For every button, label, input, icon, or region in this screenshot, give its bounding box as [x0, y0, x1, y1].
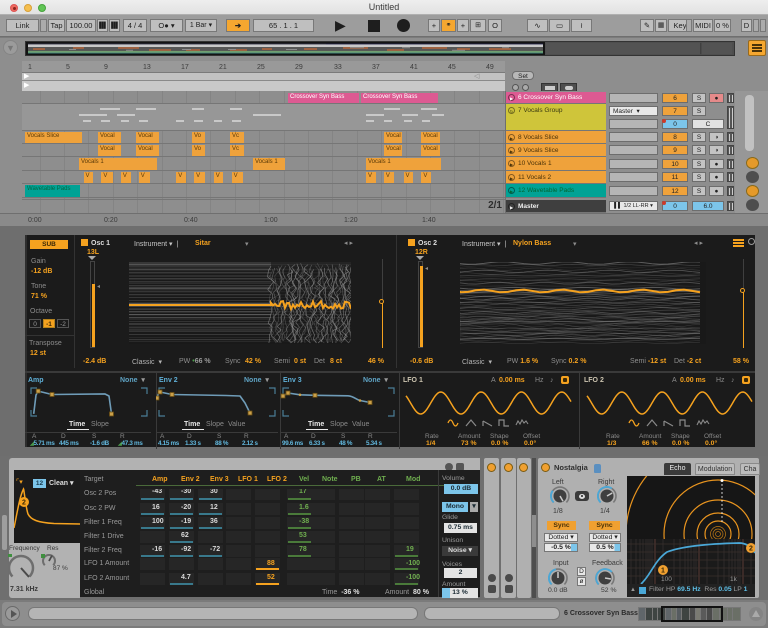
svg-text:2: 2: [22, 500, 26, 507]
svg-text:100: 100: [661, 576, 672, 583]
svg-text:2: 2: [749, 546, 753, 553]
svg-text:1: 1: [661, 568, 665, 575]
svg-text:1k: 1k: [730, 576, 738, 583]
